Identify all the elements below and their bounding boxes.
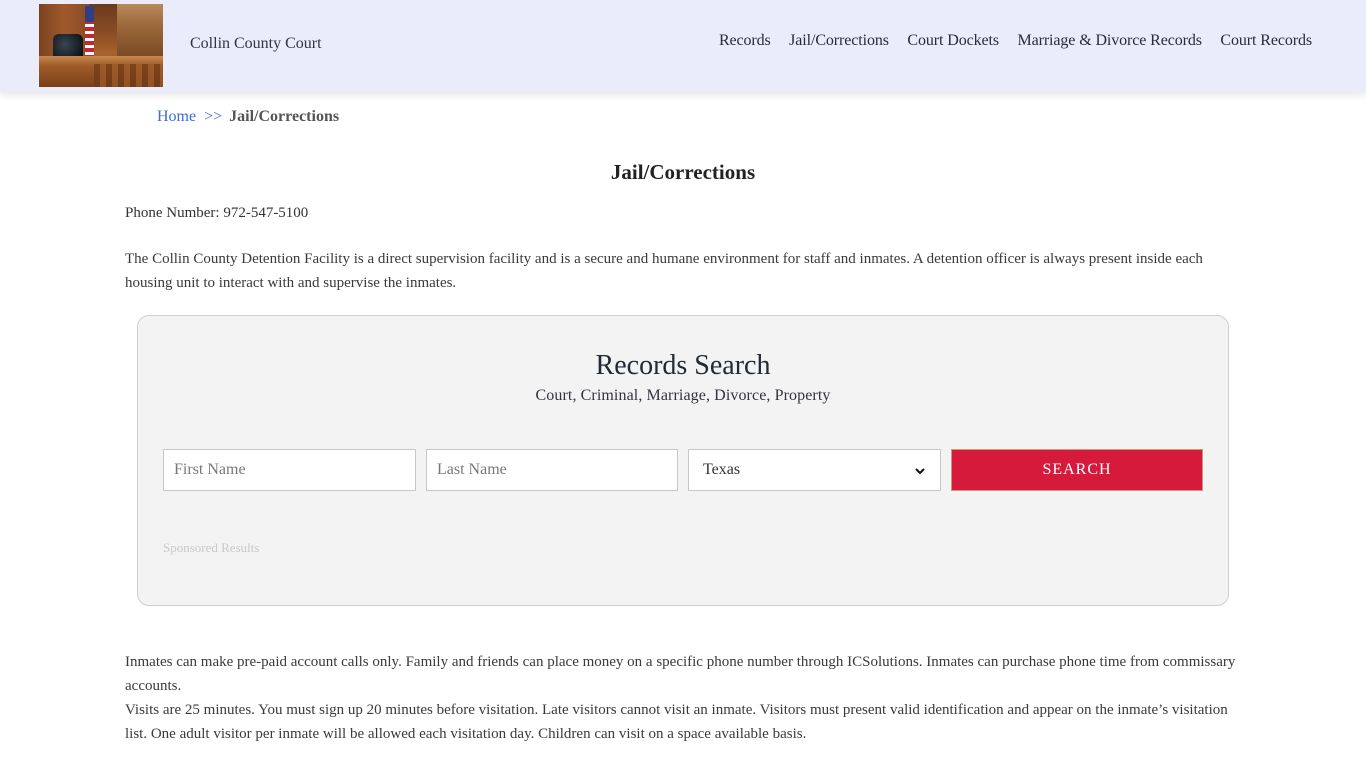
main-nav: Records Jail/Corrections Court Dockets M… (719, 32, 1312, 50)
visits-paragraph: Visits are 25 minutes. You must sign up … (125, 702, 1228, 742)
breadcrumb-separator: >> (204, 108, 223, 125)
breadcrumb-current: Jail/Corrections (229, 108, 340, 125)
sponsored-results-label: Sponsored Results (163, 540, 260, 555)
last-name-input[interactable] (426, 449, 678, 491)
nav-item-court-dockets[interactable]: Court Dockets (907, 32, 999, 50)
breadcrumb: Home >> Jail/Corrections (157, 108, 339, 126)
first-name-input[interactable] (163, 449, 416, 491)
flag-icon (85, 6, 94, 56)
site-header: Collin County Court Records Jail/Correct… (0, 0, 1366, 92)
info-section: Inmates can make pre-paid account calls … (125, 650, 1241, 746)
state-select[interactable]: Texas (688, 449, 941, 491)
logo-image-bench (39, 56, 163, 87)
breadcrumb-home-link[interactable]: Home (157, 108, 196, 125)
site-title-link[interactable]: Collin County Court (190, 35, 322, 53)
records-search-subtitle: Court, Criminal, Marriage, Divorce, Prop… (535, 387, 831, 404)
chevron-down-icon (914, 464, 926, 476)
records-search-title: Records Search (595, 350, 771, 381)
records-search-panel: Records Search Court, Criminal, Marriage… (137, 315, 1229, 606)
nav-item-court-records[interactable]: Court Records (1220, 32, 1312, 50)
nav-item-records[interactable]: Records (719, 32, 771, 50)
search-button[interactable]: SEARCH (951, 449, 1203, 491)
nav-item-jail-corrections[interactable]: Jail/Corrections (789, 32, 889, 50)
site-logo[interactable] (39, 4, 163, 87)
intro-paragraph: The Collin County Detention Facility is … (125, 251, 1203, 291)
logo-image-wall-right (117, 4, 163, 56)
page-title: Jail/Corrections (610, 160, 756, 184)
nav-item-marriage-divorce-records[interactable]: Marriage & Divorce Records (1017, 32, 1202, 50)
state-select-value: Texas (703, 461, 741, 478)
calls-paragraph: Inmates can make pre-paid account calls … (125, 654, 1236, 694)
phone-number: Phone Number: 972-547-5100 (125, 205, 309, 221)
